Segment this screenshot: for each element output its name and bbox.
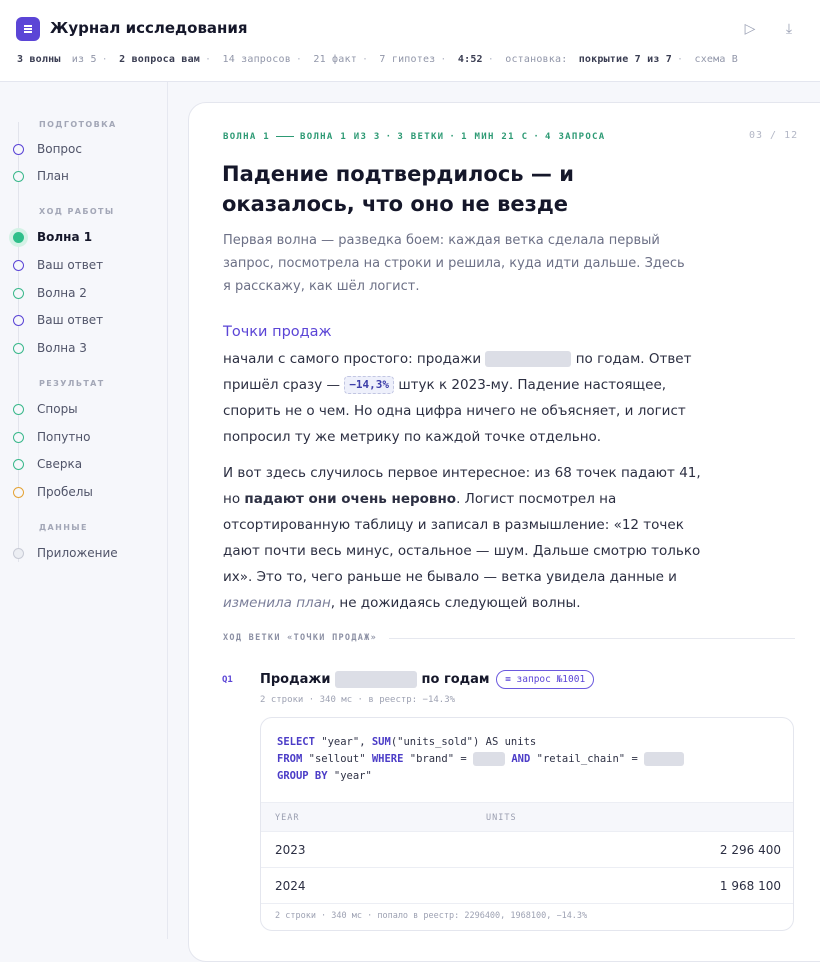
- status-hypotheses: 7 гипотез: [379, 54, 436, 65]
- status-time: 4:52: [457, 54, 483, 65]
- journal-icon: [16, 17, 40, 41]
- redacted-brand: [485, 351, 572, 367]
- status-waves: 3 волны: [17, 54, 61, 65]
- status-stop-label: остановка:: [505, 54, 568, 65]
- card-title: Падение подтвердилось — и оказалось, что…: [222, 162, 574, 216]
- sql-code: SELECT "year", SUM("units_sold") AS unit…: [277, 734, 685, 785]
- sidebar-item-label: Приложение: [37, 546, 118, 560]
- column-year: YEAR: [275, 813, 300, 823]
- wave-kicker: ВОЛНА 1 ВОЛНА 1 ИЗ 3 · 3 ВЕТКИ · 1 МИН 21 С · 4…: [223, 132, 606, 142]
- table-header: YEAR UNITS: [261, 802, 793, 832]
- section-data: ДАННЫЕ: [39, 523, 88, 532]
- step-dot: [13, 260, 24, 271]
- step-dot: [13, 404, 24, 415]
- sidebar-item-side-findings[interactable]: Попутно: [0, 427, 167, 449]
- sidebar-item-wave-3[interactable]: Волна 3: [0, 338, 167, 360]
- step-dot: [13, 171, 24, 182]
- paragraph-2: И вот здесь случилось первое интересное:…: [223, 460, 713, 616]
- card-lede: Первая волна — разведка боем: каждая вет…: [223, 233, 685, 294]
- step-dot: [13, 432, 24, 443]
- sidebar-item-label: Пробелы: [37, 485, 93, 499]
- section-result: РЕЗУЛЬТАТ: [39, 379, 105, 388]
- redacted-brand: [334, 671, 417, 688]
- sidebar-item-your-answer-2[interactable]: Ваш ответ: [0, 310, 167, 332]
- cell-units: 2 296 400: [719, 843, 781, 857]
- status-scheme: схема B: [694, 54, 739, 65]
- kicker-wave: ВОЛНА 1: [223, 132, 271, 142]
- status-requests: 14 запросов: [222, 54, 291, 65]
- page-counter: 03 / 12: [749, 130, 799, 141]
- table-row: 2023 2 296 400: [261, 832, 793, 868]
- sidebar-item-label: Волна 3: [37, 341, 87, 355]
- step-dot: [13, 315, 24, 326]
- p1-text-a: начали с самого простого: продажи: [223, 351, 482, 367]
- sidebar-item-label: Попутно: [37, 430, 91, 444]
- cell-year: 2023: [275, 843, 306, 857]
- request-chip[interactable]: ≡ запрос №1001: [496, 670, 595, 689]
- sidebar-item-disputes[interactable]: Споры: [0, 399, 167, 421]
- query-tag: Q1: [222, 675, 233, 685]
- sidebar-item-label: План: [37, 169, 69, 183]
- sidebar-item-wave-1[interactable]: Волна 1: [0, 227, 167, 249]
- query-title-a: Продажи: [260, 672, 331, 687]
- status-facts: 21 факт: [313, 54, 357, 65]
- cell-year: 2024: [275, 879, 306, 893]
- status-bar: 3 волны из 5 · 2 вопроса вам · 14 запросов…: [17, 54, 739, 65]
- sidebar-item-label: Вопрос: [37, 142, 82, 156]
- kicker-requests: 4 ЗАПРОСА: [545, 132, 606, 142]
- sidebar-item-label: Волна 2: [37, 286, 87, 300]
- download-icon[interactable]: ⤓: [778, 18, 800, 40]
- step-dot: [13, 144, 24, 155]
- status-waves-total: из 5: [71, 54, 97, 65]
- query-title-b: по годам: [421, 672, 490, 687]
- step-dot: [13, 487, 24, 498]
- sidebar-item-gaps[interactable]: Пробелы: [0, 482, 167, 504]
- p2-text-c: , не дожидаясь следующей волны.: [330, 595, 581, 611]
- step-dot: [13, 288, 24, 299]
- step-dot: [13, 459, 24, 470]
- sidebar-item-reconciliation[interactable]: Сверка: [0, 454, 167, 476]
- sidebar-nav: ПОДГОТОВКА Вопрос План ХОД РАБОТЫ Волна …: [0, 82, 168, 939]
- sidebar-item-appendix[interactable]: Приложение: [0, 543, 167, 565]
- kicker-detail: ВОЛНА 1 ИЗ 3: [300, 132, 381, 142]
- sidebar-item-label: Ваш ответ: [37, 258, 104, 272]
- kicker-time: 1 МИН 21 С: [461, 132, 529, 142]
- app-title: Журнал исследования: [50, 19, 248, 37]
- status-questions: 2 вопроса вам: [119, 54, 201, 65]
- sidebar-item-your-answer-1[interactable]: Ваш ответ: [0, 255, 167, 277]
- cell-units: 1 968 100: [719, 879, 781, 893]
- sidebar-item-plan[interactable]: План: [0, 166, 167, 188]
- query-result-box: SELECT "year", SUM("units_sold") AS unit…: [260, 717, 794, 931]
- metric-chip[interactable]: −14,3%: [344, 376, 395, 394]
- status-stop-value: покрытие 7 из 7: [578, 54, 672, 65]
- step-dot: [13, 548, 24, 559]
- paragraph-1: начали с самого простого: продажи по год…: [223, 346, 713, 450]
- top-header: Журнал исследования ▷ ⤓ 3 волны из 5 · 2 …: [0, 0, 820, 82]
- divider: [389, 638, 795, 639]
- branch-trace-heading: ХОД ВЕТКИ «ТОЧКИ ПРОДАЖ»: [223, 633, 378, 643]
- play-icon[interactable]: ▷: [739, 18, 761, 40]
- column-units: UNITS: [486, 813, 517, 823]
- section-prep: ПОДГОТОВКА: [39, 120, 117, 129]
- table-footer: 2 строки · 340 мс · попало в реестр: 229…: [275, 911, 588, 921]
- branch-title: Точки продаж: [223, 324, 332, 340]
- sidebar-item-label: Споры: [37, 402, 78, 416]
- section-work: ХОД РАБОТЫ: [39, 207, 115, 216]
- sidebar-item-label: Волна 1: [37, 230, 93, 244]
- step-dot-active: [13, 232, 24, 243]
- sidebar-item-question[interactable]: Вопрос: [0, 139, 167, 161]
- table-row: 2024 1 968 100: [261, 868, 793, 904]
- plan-change-link[interactable]: изменила план: [223, 595, 331, 611]
- kicker-branches: 3 ВЕТКИ: [397, 132, 445, 142]
- sidebar-item-label: Сверка: [37, 457, 83, 471]
- query-title: Продажи по годам ≡ запрос №1001: [260, 670, 595, 689]
- step-dot: [13, 343, 24, 354]
- sidebar-item-label: Ваш ответ: [37, 313, 104, 327]
- p2-bold: падают они очень неровно: [244, 491, 457, 507]
- wave-card: ВОЛНА 1 ВОЛНА 1 ИЗ 3 · 3 ВЕТКИ · 1 МИН 21 С · 4…: [188, 102, 820, 962]
- sidebar-item-wave-2[interactable]: Волна 2: [0, 283, 167, 305]
- query-meta: 2 строки · 340 мс · в реестр: −14.3%: [260, 695, 456, 705]
